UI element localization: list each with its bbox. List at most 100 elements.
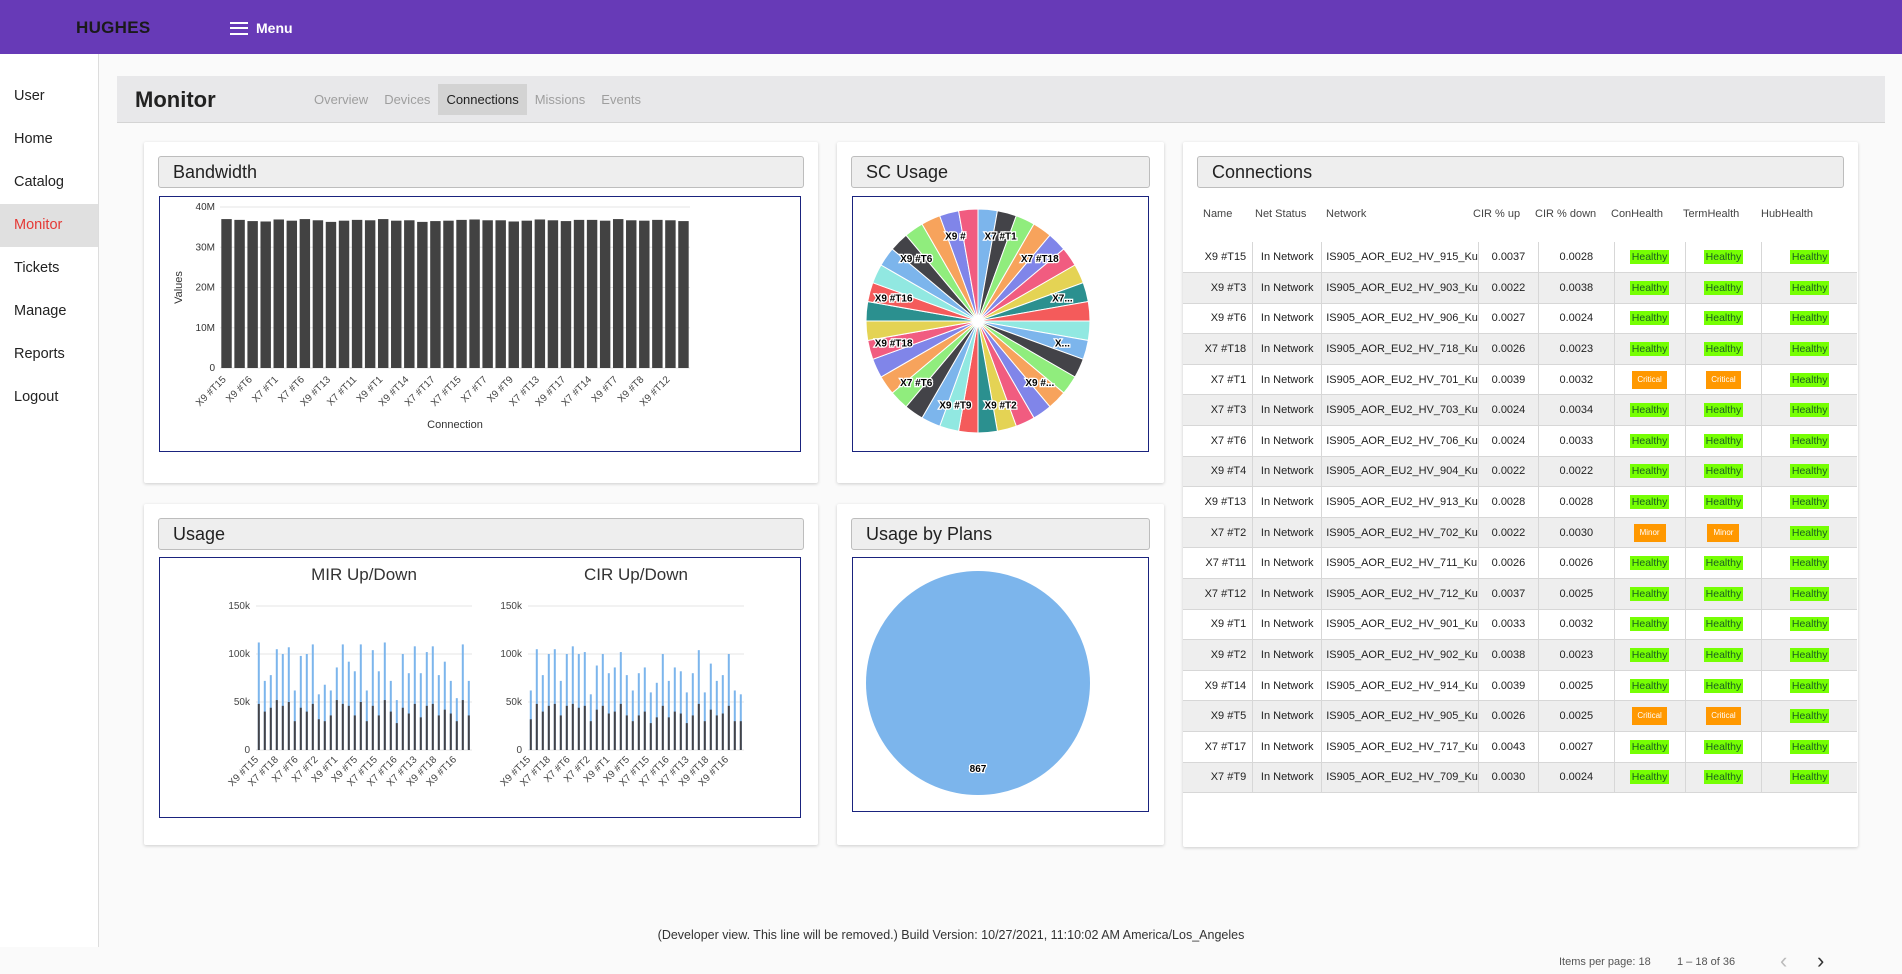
- cell-network: IS905_AOR_EU2_HV_906_Ku: [1321, 303, 1479, 335]
- chart-title: CIR Up/Down: [584, 565, 688, 584]
- tab-events[interactable]: Events: [593, 84, 649, 115]
- sidebar-item-user[interactable]: User: [0, 75, 98, 118]
- status-badge: Healthy: [1629, 311, 1670, 326]
- bandwidth-card-title: Bandwidth: [158, 156, 804, 188]
- hamburger-icon: [230, 21, 248, 35]
- cell-cir-down: 0.0027: [1538, 731, 1615, 763]
- cell-net-status: In Network: [1252, 578, 1323, 610]
- cell-cir-up: 0.0028: [1478, 486, 1540, 518]
- column-header-net-status[interactable]: Net Status: [1255, 208, 1306, 220]
- bar-series-2: [341, 703, 344, 750]
- cell-cir-down: 0.0023: [1538, 639, 1615, 671]
- cell-hubhealth: Healthy: [1761, 486, 1857, 518]
- column-header-cir-down[interactable]: CIR % down: [1535, 208, 1596, 220]
- bar-series-2: [607, 713, 610, 750]
- table-row[interactable]: X9 #T14 In Network IS905_AOR_EU2_HV_914_Ku…: [1183, 670, 1857, 702]
- pie-data-label: X9 #T2: [984, 400, 1017, 411]
- cell-hubhealth: Healthy: [1761, 609, 1857, 641]
- bar: [299, 219, 311, 368]
- cell-termhealth: Healthy: [1685, 762, 1763, 794]
- sidebar-item-reports[interactable]: Reports: [0, 333, 98, 376]
- status-badge: Healthy: [1789, 678, 1830, 693]
- table-row[interactable]: X7 #T12 In Network IS905_AOR_EU2_HV_712_Ku…: [1183, 578, 1857, 610]
- cell-conhealth: Healthy: [1614, 394, 1686, 427]
- table-row[interactable]: X9 #T6 In Network IS905_AOR_EU2_HV_906_Ku 0…: [1183, 303, 1857, 335]
- bar-series-2: [655, 717, 658, 750]
- status-badge: Critical: [1706, 370, 1741, 389]
- table-row[interactable]: X9 #T15 In Network IS905_AOR_EU2_HV_915_Ku…: [1183, 242, 1857, 274]
- page-title: Monitor: [135, 87, 216, 112]
- bar-series-2: [437, 715, 440, 750]
- column-header-hubhealth[interactable]: HubHealth: [1761, 208, 1813, 220]
- pie-data-label: 867: [970, 764, 987, 775]
- table-row[interactable]: X9 #T13 In Network IS905_AOR_EU2_HV_913_Ku…: [1183, 486, 1857, 518]
- table-row[interactable]: X7 #T9 In Network IS905_AOR_EU2_HV_709_Ku 0…: [1183, 762, 1857, 794]
- table-row[interactable]: X9 #T3 In Network IS905_AOR_EU2_HV_903_Ku 0…: [1183, 272, 1857, 304]
- table-row[interactable]: X7 #T11 In Network IS905_AOR_EU2_HV_711_Ku…: [1183, 547, 1857, 580]
- next-page-button[interactable]: ›: [1817, 948, 1824, 974]
- table-row[interactable]: X7 #T18 In Network IS905_AOR_EU2_HV_718_Ku…: [1183, 333, 1857, 365]
- page-header: Monitor Overview Devices Connections Mis…: [117, 76, 1885, 123]
- sidebar-item-manage[interactable]: Manage: [0, 290, 98, 333]
- sidebar-item-tickets[interactable]: Tickets: [0, 247, 98, 290]
- bar-series-2: [703, 721, 706, 750]
- cell-cir-up: 0.0026: [1478, 547, 1540, 580]
- table-row[interactable]: X9 #T5 In Network IS905_AOR_EU2_HV_905_Ku 0…: [1183, 700, 1857, 732]
- sidebar-item-home[interactable]: Home: [0, 118, 98, 161]
- column-header-conhealth[interactable]: ConHealth: [1611, 208, 1663, 220]
- cell-cir-up: 0.0030: [1478, 762, 1540, 794]
- bar-series-2: [541, 711, 544, 750]
- usage-by-plans-chart-frame: 867: [852, 557, 1149, 812]
- bar-series-2: [583, 705, 586, 750]
- sc-usage-pie-chart: X7 #T1 X7 #T18 X7... X... X9 #... X9 #T2 X9 #T…: [865, 208, 1091, 434]
- status-badge: Healthy: [1789, 586, 1830, 601]
- cell-hubhealth: Healthy: [1761, 547, 1857, 580]
- bar: [586, 219, 598, 368]
- sidebar-item-monitor[interactable]: Monitor: [0, 204, 98, 247]
- table-row[interactable]: X7 #T2 In Network IS905_AOR_EU2_HV_702_Ku 0…: [1183, 517, 1857, 549]
- tab-overview[interactable]: Overview: [306, 84, 376, 115]
- cell-conhealth: Critical: [1614, 364, 1686, 396]
- cell-name: X7 #T11: [1183, 547, 1254, 580]
- bar-series-2: [739, 721, 742, 750]
- status-badge: Healthy: [1629, 770, 1670, 785]
- items-per-page-label[interactable]: Items per page: 18: [1559, 956, 1651, 968]
- previous-page-button[interactable]: ‹: [1780, 948, 1787, 974]
- sidebar-item-logout[interactable]: Logout: [0, 376, 98, 419]
- tab-missions[interactable]: Missions: [527, 84, 594, 115]
- sidebar-item-catalog[interactable]: Catalog: [0, 161, 98, 204]
- cell-net-status: In Network: [1252, 394, 1323, 427]
- table-row[interactable]: X9 #T4 In Network IS905_AOR_EU2_HV_904_Ku 0…: [1183, 456, 1857, 488]
- table-row[interactable]: X7 #T17 In Network IS905_AOR_EU2_HV_717_Ku…: [1183, 731, 1857, 763]
- table-row[interactable]: X7 #T3 In Network IS905_AOR_EU2_HV_703_Ku 0…: [1183, 394, 1857, 427]
- status-badge: Healthy: [1789, 525, 1830, 540]
- column-header-network[interactable]: Network: [1326, 208, 1366, 220]
- bar-series-2: [637, 715, 640, 750]
- tab-connections[interactable]: Connections: [438, 84, 527, 115]
- column-header-termhealth[interactable]: TermHealth: [1683, 208, 1739, 220]
- status-badge: Healthy: [1703, 648, 1744, 663]
- bar-series-2: [353, 715, 356, 750]
- cell-termhealth: Healthy: [1685, 394, 1763, 427]
- table-row[interactable]: X9 #T1 In Network IS905_AOR_EU2_HV_901_Ku 0…: [1183, 609, 1857, 641]
- y-tick-label: 100k: [500, 649, 523, 660]
- y-tick-label: 50k: [234, 697, 251, 708]
- cell-name: X9 #T3: [1183, 272, 1254, 304]
- cell-conhealth: Healthy: [1614, 242, 1686, 274]
- cell-network: IS905_AOR_EU2_HV_703_Ku: [1321, 394, 1479, 427]
- cell-cir-up: 0.0043: [1478, 731, 1540, 763]
- cell-network: IS905_AOR_EU2_HV_914_Ku: [1321, 670, 1479, 702]
- table-row[interactable]: X7 #T6 In Network IS905_AOR_EU2_HV_706_Ku 0…: [1183, 425, 1857, 457]
- bar-series-2: [347, 705, 350, 750]
- tab-devices[interactable]: Devices: [376, 84, 438, 115]
- bar: [377, 219, 389, 368]
- column-header-name[interactable]: Name: [1203, 208, 1232, 220]
- column-header-cir-up[interactable]: CIR % up: [1473, 208, 1520, 220]
- bar-series-2: [589, 721, 592, 750]
- table-row[interactable]: X7 #T1 In Network IS905_AOR_EU2_HV_701_Ku 0…: [1183, 364, 1857, 396]
- menu-button[interactable]: Menu: [230, 20, 293, 36]
- bar: [312, 220, 324, 368]
- bar: [443, 220, 454, 368]
- usage-card: Usage MIR Up/Down 0 50k 100k 150k X9 #T15 X7 #…: [144, 504, 818, 845]
- table-row[interactable]: X9 #T2 In Network IS905_AOR_EU2_HV_902_Ku 0…: [1183, 639, 1857, 671]
